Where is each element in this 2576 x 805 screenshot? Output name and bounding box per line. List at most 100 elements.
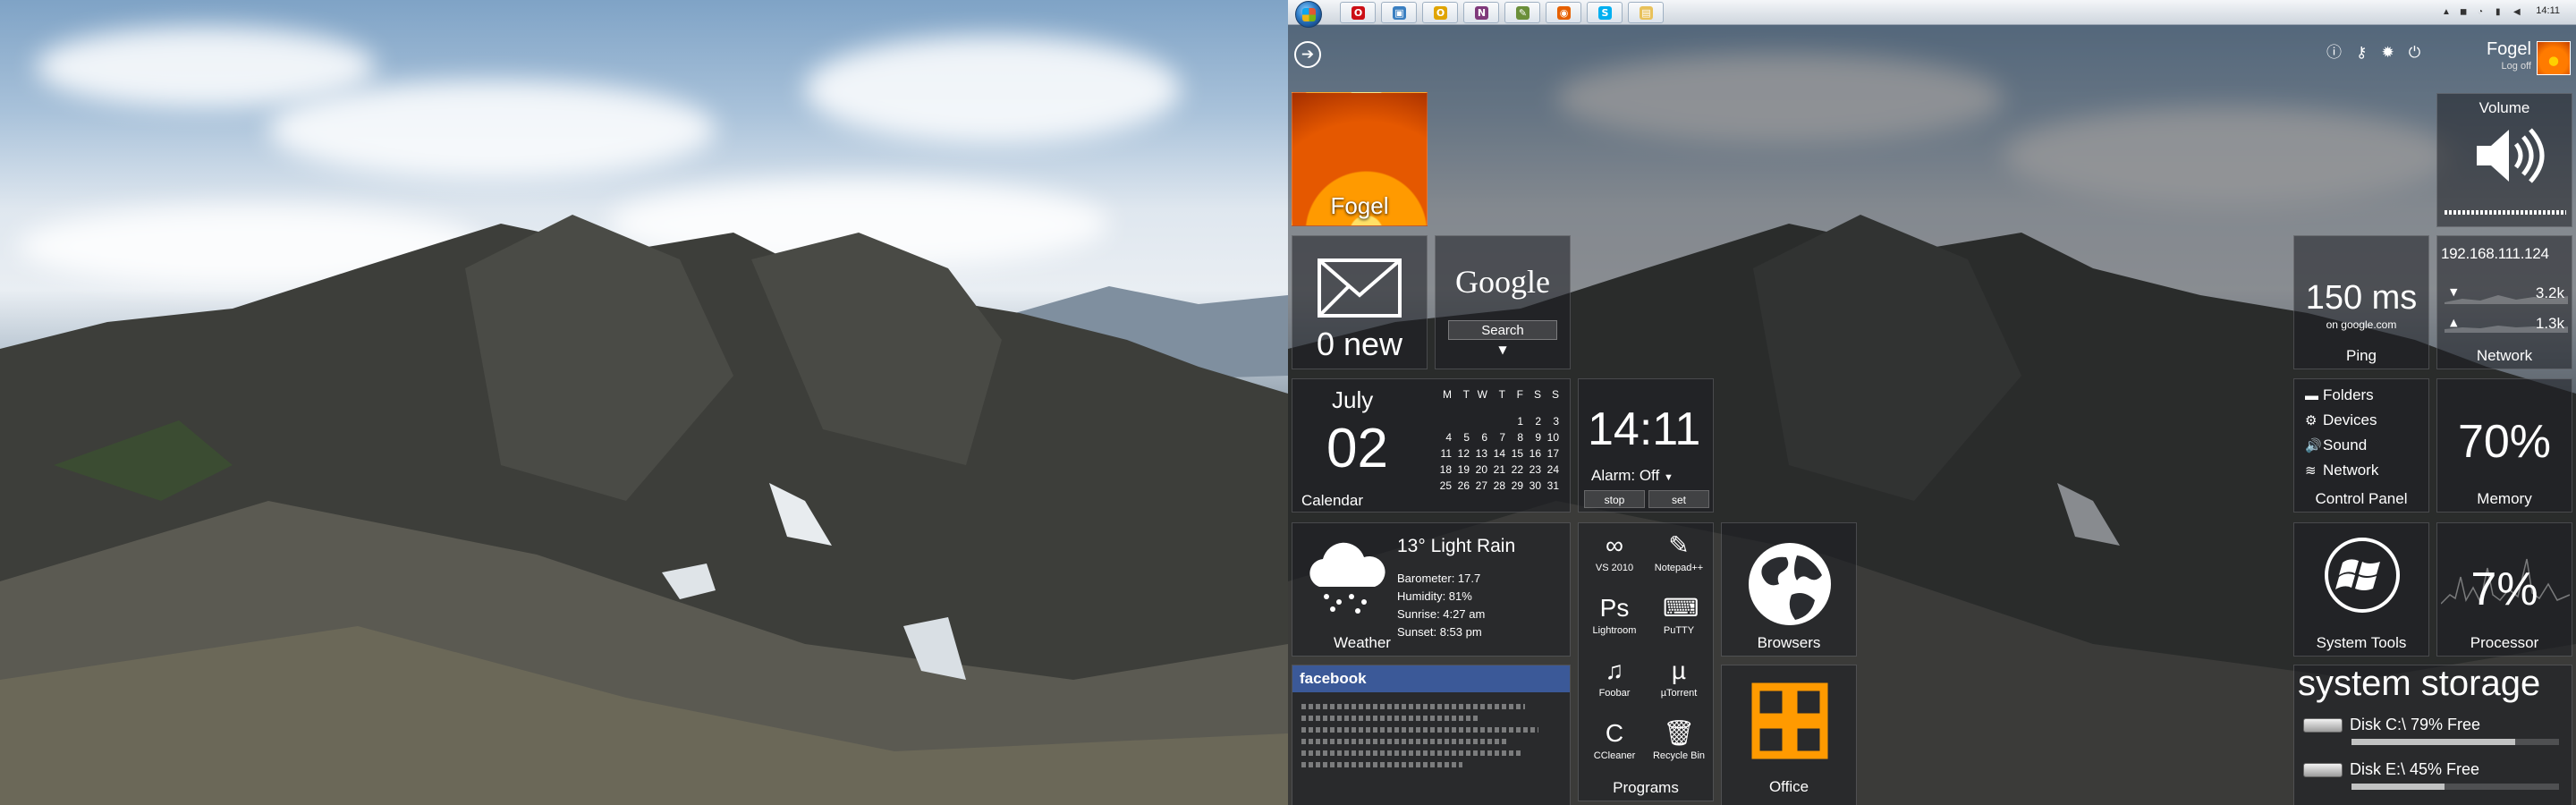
back-button[interactable]: ➔ [1294,41,1321,68]
start-button[interactable] [1295,1,1322,28]
control-panel-tile[interactable]: ▬ Folders ⚙ Devices 🔊Sound ≋ Network Control P… [2293,378,2429,513]
calendar-date: 3 [1553,415,1559,428]
weather-label: Weather [1334,634,1391,651]
office-logo-icon [1751,682,1828,759]
calendar-date: 22 [1511,463,1523,476]
calendar-date: 18 [1439,463,1452,476]
control-panel-item[interactable]: ⚙ Devices [2305,411,2377,429]
program-shortcut[interactable]: Ps Lightroom [1584,593,1645,636]
taskbar-app-button[interactable]: O [1422,2,1458,23]
taskbar-app-button[interactable]: ▤ [1628,2,1664,23]
volume-tray-icon[interactable]: ◀ [2513,7,2521,17]
facebook-tile[interactable]: facebook [1292,665,1571,805]
storage-title: system storage [2298,664,2541,703]
program-shortcut[interactable]: µ µTorrent [1648,656,1709,699]
disk-entry[interactable]: Disk C:\ 79% Free [2303,716,2480,734]
control-panel-item[interactable]: ≋ Network [2305,462,2378,479]
volume-tile[interactable]: Volume [2436,93,2572,227]
taskbar-app-button[interactable]: ◉ [1546,2,1581,23]
notepad-icon: ✎ [1516,6,1530,20]
system-tools-label: System Tools [2316,634,2407,651]
calendar-date: 29 [1511,479,1523,492]
user-tile[interactable]: Fogel [1292,92,1428,226]
settings-icon[interactable]: ✹ [2381,44,2408,62]
chevron-up-icon[interactable]: ▲ [2442,7,2451,17]
upload-arrow-icon: ▲ [2450,317,2458,328]
control-panel-item-label: Folders [2323,386,2374,403]
taskbar-app-button[interactable]: O [1340,2,1376,23]
desktop: O ▣ O N ✎ ◉ S ▤ ▲ ◼ ◔ ▮ ◀ 14:11 ➔ ⓘ⚷✹⏻ Fogel Lo… [0,0,2576,805]
clock-tile[interactable]: 14:11 Alarm: Off ▼ stop set [1578,378,1714,513]
firefox-icon: ◉ [1557,6,1571,20]
taskbar-app-button[interactable]: ✎ [1504,2,1540,23]
disk-label: Disk C:\ 79% Free [2350,716,2481,733]
alarm-status[interactable]: Alarm: Off ▼ [1591,467,1674,485]
calendar-month: July [1332,386,1374,413]
control-panel-item-icon: ⚙ [2305,413,2318,428]
rain-cloud-icon [1309,542,1385,614]
program-icon: µ [1671,657,1687,684]
chevron-down-icon[interactable]: ▼ [1436,343,1570,356]
calendar-tile[interactable]: July 02 Calendar M T W T F S S 1 2 3 4 5 6 7 8 9 10 11 12 1… [1292,378,1571,513]
weather-tile[interactable]: 13° Light Rain Barometer: 17.7 Humidity:… [1292,522,1571,657]
calendar-weekday: F [1516,388,1523,401]
program-shortcut[interactable]: ⌨ PuTTY [1648,593,1709,636]
calendar-date: 20 [1475,463,1487,476]
disk-entry[interactable]: Disk E:\ 45% Free [2303,760,2479,779]
office-tile[interactable]: Office [1721,665,1857,805]
google-tile[interactable]: Google Search ▼ [1435,235,1571,369]
ping-value: 150 ms [2305,279,2418,317]
program-shortcut[interactable]: ∞ VS 2010 [1584,530,1645,573]
program-shortcut[interactable]: 🗑 Recycle Bin [1648,718,1709,761]
system-storage-tile[interactable]: system storage Disk C:\ 79% Free Disk E:\… [2293,664,2572,805]
calendar-day: 02 [1326,418,1388,479]
memory-tile[interactable]: 70% Memory [2436,378,2572,513]
calendar-date: 24 [1546,463,1559,476]
envelope-icon [1318,258,1402,318]
taskbar-app-button[interactable]: S [1587,2,1623,23]
calendar-date: 1 [1517,415,1523,428]
network-down: 3.2k [2535,284,2564,301]
control-panel-item-label: Devices [2323,411,2377,428]
taskbar-app-button[interactable]: ▣ [1381,2,1417,23]
alarm-set-button[interactable]: set [1648,490,1709,508]
speaker-icon [2477,128,2545,183]
calendar-weekday: T [1498,388,1505,401]
log-off-link[interactable]: Log off [2464,61,2531,72]
tray-app-icon[interactable]: ◼ [2460,7,2467,17]
alarm-stop-button[interactable]: stop [1584,490,1645,508]
weather-condition: 13° Light Rain [1397,536,1516,556]
power-icon[interactable]: ⏻ [2409,44,2435,62]
programs-tile[interactable]: ∞ VS 2010 ✎ Notepad++ Ps Lightroom ⌨ PuTTY ♫ Foob… [1578,522,1714,801]
info-icon[interactable]: ⓘ [2326,44,2356,62]
program-shortcut[interactable]: ♫ Foobar [1584,656,1645,699]
program-shortcut[interactable]: C CCleaner [1584,718,1645,761]
program-label: PuTTY [1663,625,1695,636]
key-icon[interactable]: ⚷ [2356,44,2381,62]
taskbar-clock[interactable]: 14:11 [2536,5,2560,16]
processor-tile[interactable]: 7% Processor [2436,522,2572,657]
browsers-tile[interactable]: Browsers [1721,522,1857,657]
google-search-box[interactable]: Search [1448,320,1557,340]
calendar-date: 10 [1546,431,1559,444]
disk-label: Disk E:\ 45% Free [2350,760,2480,778]
program-shortcut[interactable]: ✎ Notepad++ [1648,530,1709,573]
control-panel-item[interactable]: 🔊Sound [2305,436,2367,454]
network-tile[interactable]: 192.168.111.124 ▼ 3.2k ▲ 1.3k Network [2436,235,2572,369]
calendar-date: 11 [1440,447,1452,460]
user-avatar[interactable] [2537,41,2571,75]
calendar-date: 2 [1535,415,1541,428]
ping-tile[interactable]: 150 ms on google.com Ping [2293,235,2429,369]
control-panel-item-label: Sound [2323,436,2368,453]
tray-app-icon[interactable]: ◔ [2478,7,2483,17]
program-icon: ⌨ [1663,594,1699,622]
calendar-date: 14 [1493,447,1505,460]
user-name: Fogel [2486,39,2531,59]
network-tray-icon[interactable]: ▮ [2496,7,2501,17]
taskbar-app-button[interactable]: N [1463,2,1499,23]
volume-slider[interactable] [2445,210,2566,215]
system-tools-tile[interactable]: System Tools [2293,522,2429,657]
mail-tile[interactable]: 0 new [1292,235,1428,369]
control-panel-item[interactable]: ▬ Folders [2305,386,2374,404]
system-tray: ▲ ◼ ◔ ▮ ◀ 14:11 [2388,0,2576,25]
